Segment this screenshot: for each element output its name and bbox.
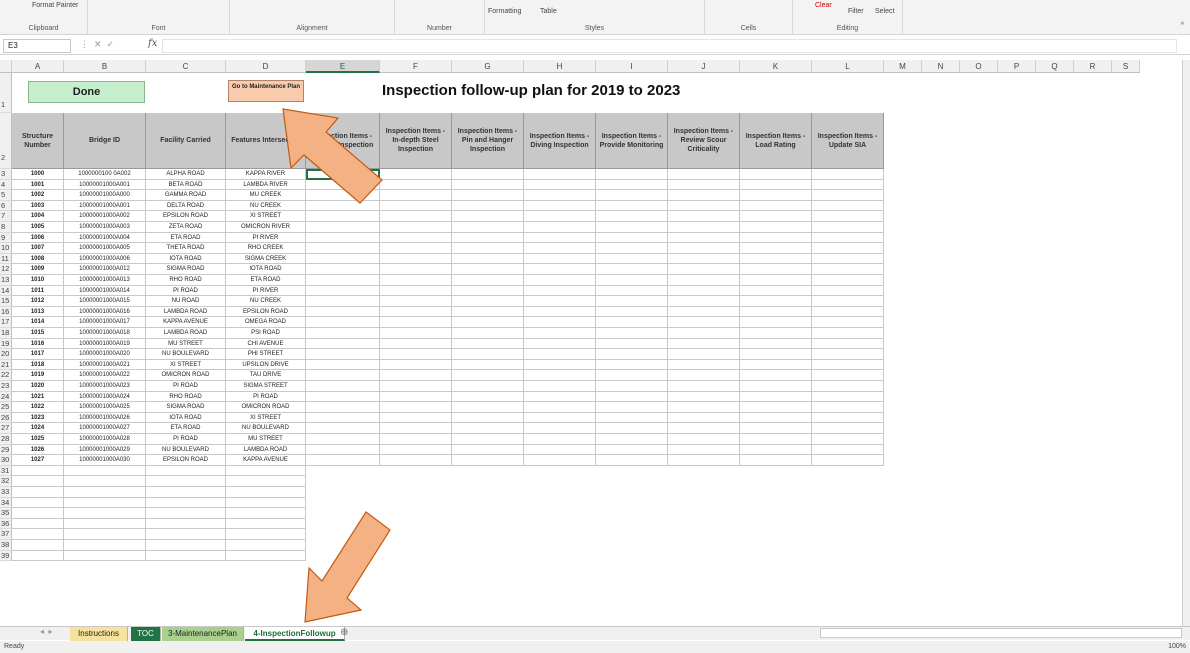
tab-scroll-arrows[interactable]: ◂ ▸: [40, 627, 52, 636]
arrow-up-left-icon: [282, 108, 383, 204]
zoom-level[interactable]: 100%: [1168, 641, 1186, 653]
horizontal-scrollbar[interactable]: [820, 628, 1182, 638]
add-sheet-icon[interactable]: ⊕: [340, 627, 348, 638]
tab-instructions[interactable]: Instructions: [70, 627, 128, 641]
annotation-arrows: [282, 108, 391, 623]
arrow-down-left-icon: [304, 511, 391, 623]
tab-maintenance-plan[interactable]: 3-MaintenancePlan: [162, 627, 244, 641]
status-bar: Ready 100%: [0, 641, 1190, 653]
status-ready: Ready: [4, 643, 25, 650]
vertical-scrollbar[interactable]: [1182, 60, 1190, 626]
tab-inspection-followup[interactable]: 4-InspectionFollowup: [245, 627, 345, 641]
tab-toc[interactable]: TOC: [131, 627, 161, 641]
